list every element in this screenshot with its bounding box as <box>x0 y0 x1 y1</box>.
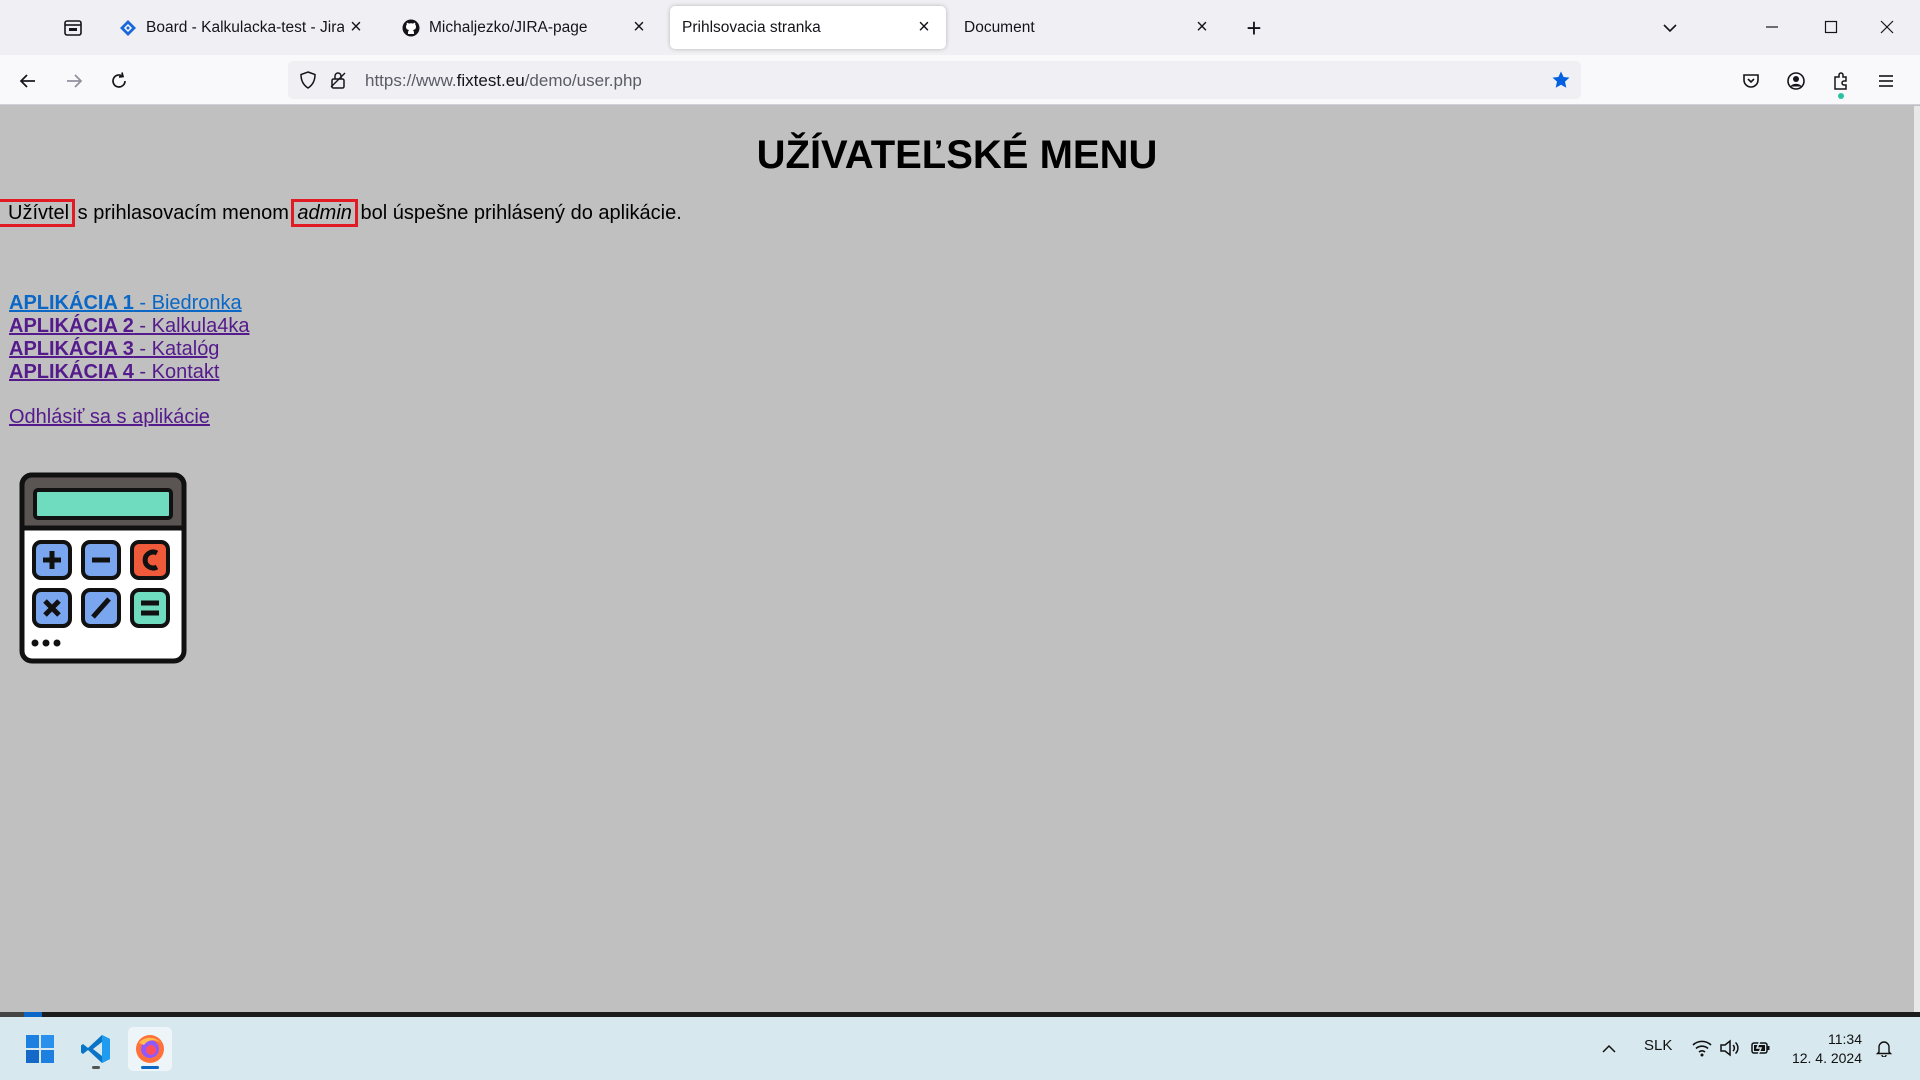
url-scheme: https://www. <box>365 71 457 90</box>
tab-title: Document <box>964 18 1035 36</box>
url-bar[interactable]: https://www.fixtest.eu/demo/user.php <box>288 61 1581 99</box>
app-link-name: - Kalkula4ka <box>133 315 250 337</box>
vscode-taskbar-button[interactable] <box>74 1027 118 1071</box>
tab-github[interactable]: Michaljezko/JIRA-page × <box>389 6 661 49</box>
tab-strip: Board - Kalkulacka-test - Jira × Michalj… <box>0 0 1920 55</box>
bookmark-star-icon[interactable] <box>1551 70 1571 90</box>
clock-date: 12. 4. 2024 <box>1791 1050 1862 1066</box>
app-link-label: APLIKÁCIA 4 <box>9 361 134 383</box>
input-language[interactable]: SLK <box>1644 1037 1672 1054</box>
reload-button[interactable] <box>103 65 135 97</box>
speaker-icon[interactable] <box>1719 1039 1739 1057</box>
close-tab-icon[interactable]: × <box>1190 16 1214 40</box>
start-button[interactable] <box>18 1027 62 1071</box>
back-button[interactable] <box>12 65 44 97</box>
app-link-name: - Katalóg <box>133 338 220 360</box>
maximize-icon <box>1824 20 1838 34</box>
chevron-down-icon <box>1663 24 1677 33</box>
notification-bell-icon[interactable] <box>1875 1039 1893 1057</box>
tab-title: Prihlsovacia stranka <box>682 18 821 36</box>
app-link-kontakt[interactable]: APLIKÁCIA 4 - Kontakt <box>9 361 249 384</box>
tab-title: Board - Kalkulacka-test - Jira <box>146 18 344 36</box>
tab-title: Michaljezko/JIRA-page <box>429 18 588 36</box>
logout-link[interactable]: Odhlásiť sa s aplikácie <box>9 406 210 429</box>
minimize-button[interactable] <box>1749 10 1795 44</box>
jira-icon <box>118 18 138 38</box>
system-clock[interactable]: 11:34 12. 4. 2024 <box>1782 1030 1862 1068</box>
hamburger-menu-icon <box>1879 75 1893 87</box>
battery-charging-icon[interactable] <box>1751 1040 1771 1056</box>
tab-prihlasovacia-stranka[interactable]: Prihlsovacia stranka × <box>670 6 946 49</box>
application-links: APLIKÁCIA 1 - Biedronka APLIKÁCIA 2 - Ka… <box>9 292 249 384</box>
firefox-view-button[interactable] <box>60 15 86 41</box>
page-scrollbar[interactable] <box>1914 106 1920 1012</box>
firefox-icon <box>136 1035 164 1063</box>
close-tab-icon[interactable]: × <box>912 16 936 40</box>
firefox-view-icon <box>64 20 82 36</box>
username-highlight: admin <box>291 199 358 227</box>
calculator-icon <box>19 472 187 664</box>
login-message: Užívtel s prihlasovacím menom admin bol … <box>0 199 682 227</box>
vscode-icon <box>81 1035 110 1063</box>
list-all-tabs-button[interactable] <box>1656 14 1684 42</box>
app-link-name: - Biedronka <box>133 292 242 314</box>
message-end: bol úspešne prihlásený do aplikácie. <box>354 202 682 224</box>
lock-icon[interactable] <box>328 70 348 90</box>
tab-jira-board[interactable]: Board - Kalkulacka-test - Jira × <box>106 6 378 49</box>
maximize-button[interactable] <box>1808 10 1854 44</box>
url-path: /demo/user.php <box>524 71 642 90</box>
forward-button[interactable] <box>58 65 90 97</box>
clock-time: 11:34 <box>1828 1031 1862 1047</box>
close-icon <box>1880 20 1894 34</box>
puzzle-icon <box>1834 72 1847 90</box>
app-link-label: APLIKÁCIA 3 <box>9 338 134 360</box>
message-middle: s prihlasovacím menom <box>72 202 295 224</box>
url-domain: fixtest.eu <box>456 71 525 90</box>
extension-badge-dot <box>1838 93 1844 99</box>
close-tab-icon[interactable]: × <box>344 16 368 40</box>
app-link-label: APLIKÁCIA 1 <box>9 292 134 314</box>
taskbar: SLK 11:34 12. 4. 2024 <box>0 1017 1920 1080</box>
forward-arrow-icon <box>67 74 83 88</box>
new-tab-button[interactable]: + <box>1240 13 1268 43</box>
reload-icon <box>112 72 126 88</box>
account-icon <box>1787 72 1805 90</box>
url-text[interactable]: https://www.fixtest.eu/demo/user.php <box>365 71 642 91</box>
taskbar-running-indicator <box>92 1066 100 1069</box>
app-menu-button[interactable] <box>1870 65 1902 97</box>
minimize-icon <box>1766 26 1778 28</box>
github-icon <box>401 18 421 38</box>
extensions-button[interactable] <box>1825 65 1857 99</box>
taskbar-active-indicator <box>141 1066 159 1069</box>
app-link-label: APLIKÁCIA 2 <box>9 315 134 337</box>
user-label-highlight: Užívtel <box>0 199 76 227</box>
account-button[interactable] <box>1780 65 1812 97</box>
wifi-icon[interactable] <box>1692 1039 1712 1057</box>
app-link-name: - Kontakt <box>133 361 220 383</box>
windows-start-icon <box>26 1035 54 1063</box>
page-content: UŽÍVATEĽSKÉ MENU Užívtel s prihlasovacím… <box>0 106 1914 1012</box>
tracking-protection-shield-icon[interactable] <box>298 70 318 90</box>
firefox-taskbar-button[interactable] <box>128 1027 172 1071</box>
pocket-icon <box>1743 74 1759 88</box>
chevron-up-icon[interactable] <box>1601 1041 1617 1057</box>
app-link-biedronka[interactable]: APLIKÁCIA 1 - Biedronka <box>9 292 249 315</box>
close-window-button[interactable] <box>1864 10 1910 44</box>
app-link-katalog[interactable]: APLIKÁCIA 3 - Katalóg <box>9 338 249 361</box>
page-title: UŽÍVATEĽSKÉ MENU <box>756 133 1158 177</box>
back-arrow-icon <box>19 74 35 88</box>
tab-document[interactable]: Document × <box>952 6 1224 49</box>
navigation-toolbar: https://www.fixtest.eu/demo/user.php <box>0 55 1920 105</box>
pocket-button[interactable] <box>1735 65 1767 97</box>
close-tab-icon[interactable]: × <box>627 16 651 40</box>
app-link-kalkula4ka[interactable]: APLIKÁCIA 2 - Kalkula4ka <box>9 315 249 338</box>
